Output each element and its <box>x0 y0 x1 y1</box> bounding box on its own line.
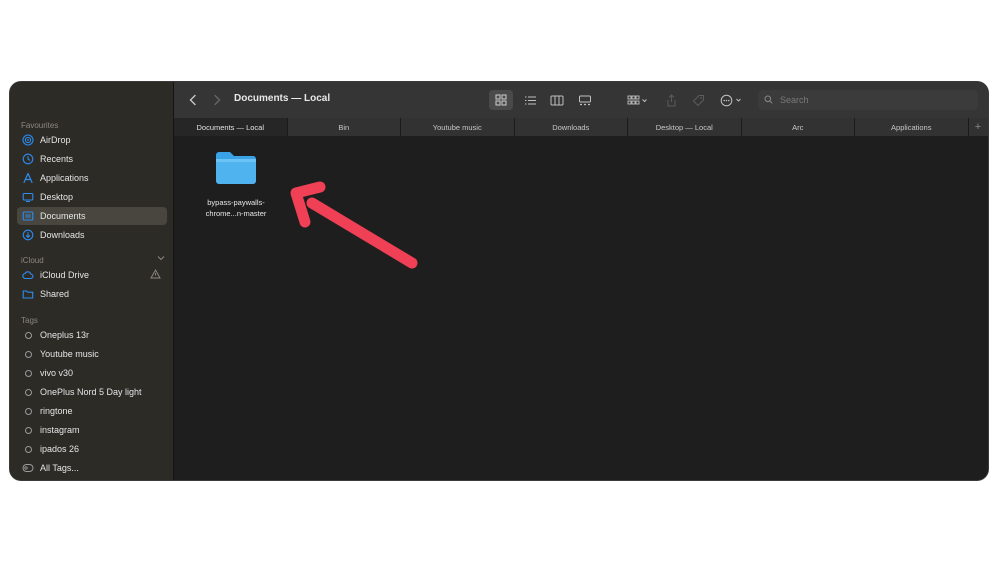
sidebar-item-label: Downloads <box>40 230 85 240</box>
main-pane: Documents — Local Search Documents — Loc… <box>174 82 988 480</box>
folder-name: bypass-paywalls- chrome...n-master <box>205 198 267 218</box>
sidebar-tag-item[interactable]: OnePlus Nord 5 Day light <box>17 383 167 401</box>
sidebar-item-label: Applications <box>40 173 89 183</box>
all-tags-icon <box>22 462 34 474</box>
sidebar-item-label: All Tags... <box>40 463 79 473</box>
sidebar-tag-item[interactable]: Youtube music <box>17 345 167 363</box>
sidebar-item-label: iCloud Drive <box>40 270 90 280</box>
sidebar-item-label: AirDrop <box>40 135 71 145</box>
tag-circle-icon <box>22 424 34 436</box>
tab-documents-local[interactable]: Documents — Local <box>174 118 288 136</box>
sidebar-item-label: OnePlus Nord 5 Day light <box>40 387 142 397</box>
sidebar-item-label: Documents <box>40 211 86 221</box>
tag-circle-icon <box>22 386 34 398</box>
cloud-icon <box>22 269 34 281</box>
sidebar-item-applications[interactable]: Applications <box>17 169 167 187</box>
shared-folder-icon <box>22 288 34 300</box>
share-button[interactable] <box>662 91 680 109</box>
sidebar-item-shared[interactable]: Shared <box>17 285 167 303</box>
forward-button[interactable] <box>208 91 226 109</box>
sidebar-tag-item[interactable]: ringtone <box>17 402 167 420</box>
tag-circle-icon <box>22 443 34 455</box>
tab-arc[interactable]: Arc <box>741 118 855 136</box>
airdrop-icon <box>22 134 34 146</box>
icon-view-button[interactable] <box>489 90 513 110</box>
sidebar-item-icloud-drive[interactable]: iCloud Drive <box>17 266 167 284</box>
sidebar-item-label: Recents <box>40 154 74 164</box>
share-icon <box>667 93 675 106</box>
tag-icon <box>692 94 704 106</box>
list-icon <box>524 95 536 105</box>
icloud-section-title: iCloud <box>21 256 44 265</box>
tab-youtube-music[interactable]: Youtube music <box>401 118 515 136</box>
sidebar-item-desktop[interactable]: Desktop <box>17 188 167 206</box>
sidebar-item-label: instagram <box>40 425 80 435</box>
grid-icon <box>495 94 507 106</box>
tags-section-title: Tags <box>21 316 38 325</box>
sidebar-item-airdrop[interactable]: AirDrop <box>17 131 167 149</box>
folder-item[interactable]: bypass-paywalls- chrome...n-master <box>194 150 278 219</box>
sidebar-item-label: ringtone <box>40 406 73 416</box>
finder-window: Favourites AirDrop Recents Applications … <box>10 82 988 480</box>
plus-icon: + <box>974 121 982 133</box>
group-button[interactable] <box>624 91 652 109</box>
list-view-button[interactable] <box>518 90 542 110</box>
tag-circle-icon <box>22 348 34 360</box>
applications-icon <box>22 172 34 184</box>
sidebar-item-recents[interactable]: Recents <box>17 150 167 168</box>
favourites-section-title: Favourites <box>21 121 59 130</box>
sidebar-item-label: Oneplus 13r <box>40 330 90 340</box>
file-browser-content: bypass-paywalls- chrome...n-master <box>174 136 988 480</box>
back-button[interactable] <box>184 91 202 109</box>
more-actions-button[interactable] <box>718 91 746 109</box>
collapse-chevron-icon[interactable] <box>157 254 165 263</box>
sidebar-item-all-tags[interactable]: All Tags... <box>17 459 167 477</box>
desktop-icon <box>22 191 34 203</box>
sidebar-item-label: Shared <box>40 289 70 299</box>
toolbar: Documents — Local <box>174 82 988 118</box>
search-icon <box>764 91 773 109</box>
gallery-view-button[interactable] <box>573 90 597 110</box>
search-input[interactable] <box>778 94 962 106</box>
clock-icon <box>22 153 34 165</box>
sidebar-item-label: ipados 26 <box>40 444 80 454</box>
tab-desktop-local[interactable]: Desktop — Local <box>628 118 742 136</box>
tag-circle-icon <box>22 405 34 417</box>
sidebar: Favourites AirDrop Recents Applications … <box>10 82 174 480</box>
tab-downloads[interactable]: Downloads <box>514 118 628 136</box>
sidebar-item-downloads[interactable]: Downloads <box>17 226 167 244</box>
window-title: Documents — Local <box>234 93 331 104</box>
tab-bin[interactable]: Bin <box>287 118 401 136</box>
tag-circle-icon <box>22 367 34 379</box>
sidebar-tag-item[interactable]: Oneplus 13r <box>17 326 167 344</box>
tag-circle-icon <box>22 329 34 341</box>
folder-icon <box>214 152 258 190</box>
download-icon <box>22 229 34 241</box>
warning-icon <box>150 268 161 281</box>
ellipsis-circle-icon <box>720 94 741 106</box>
sidebar-item-label: vivo v30 <box>40 368 74 378</box>
group-grid-icon <box>627 95 647 104</box>
column-view-button[interactable] <box>545 90 569 110</box>
gallery-icon <box>579 95 591 105</box>
sidebar-item-label: Youtube music <box>40 349 99 359</box>
search-field[interactable] <box>758 90 978 110</box>
document-icon <box>22 210 34 222</box>
tab-bar: Documents — Local Bin Youtube music Down… <box>174 118 988 136</box>
columns-icon <box>550 95 564 105</box>
new-tab-button[interactable]: + <box>968 118 988 136</box>
tag-button[interactable] <box>689 91 707 109</box>
sidebar-tag-item[interactable]: vivo v30 <box>17 364 167 382</box>
sidebar-tag-item[interactable]: ipados 26 <box>17 440 167 458</box>
sidebar-item-documents[interactable]: Documents <box>17 207 167 225</box>
tab-applications[interactable]: Applications <box>855 118 969 136</box>
sidebar-tag-item[interactable]: instagram <box>17 421 167 439</box>
sidebar-item-label: Desktop <box>40 192 74 202</box>
